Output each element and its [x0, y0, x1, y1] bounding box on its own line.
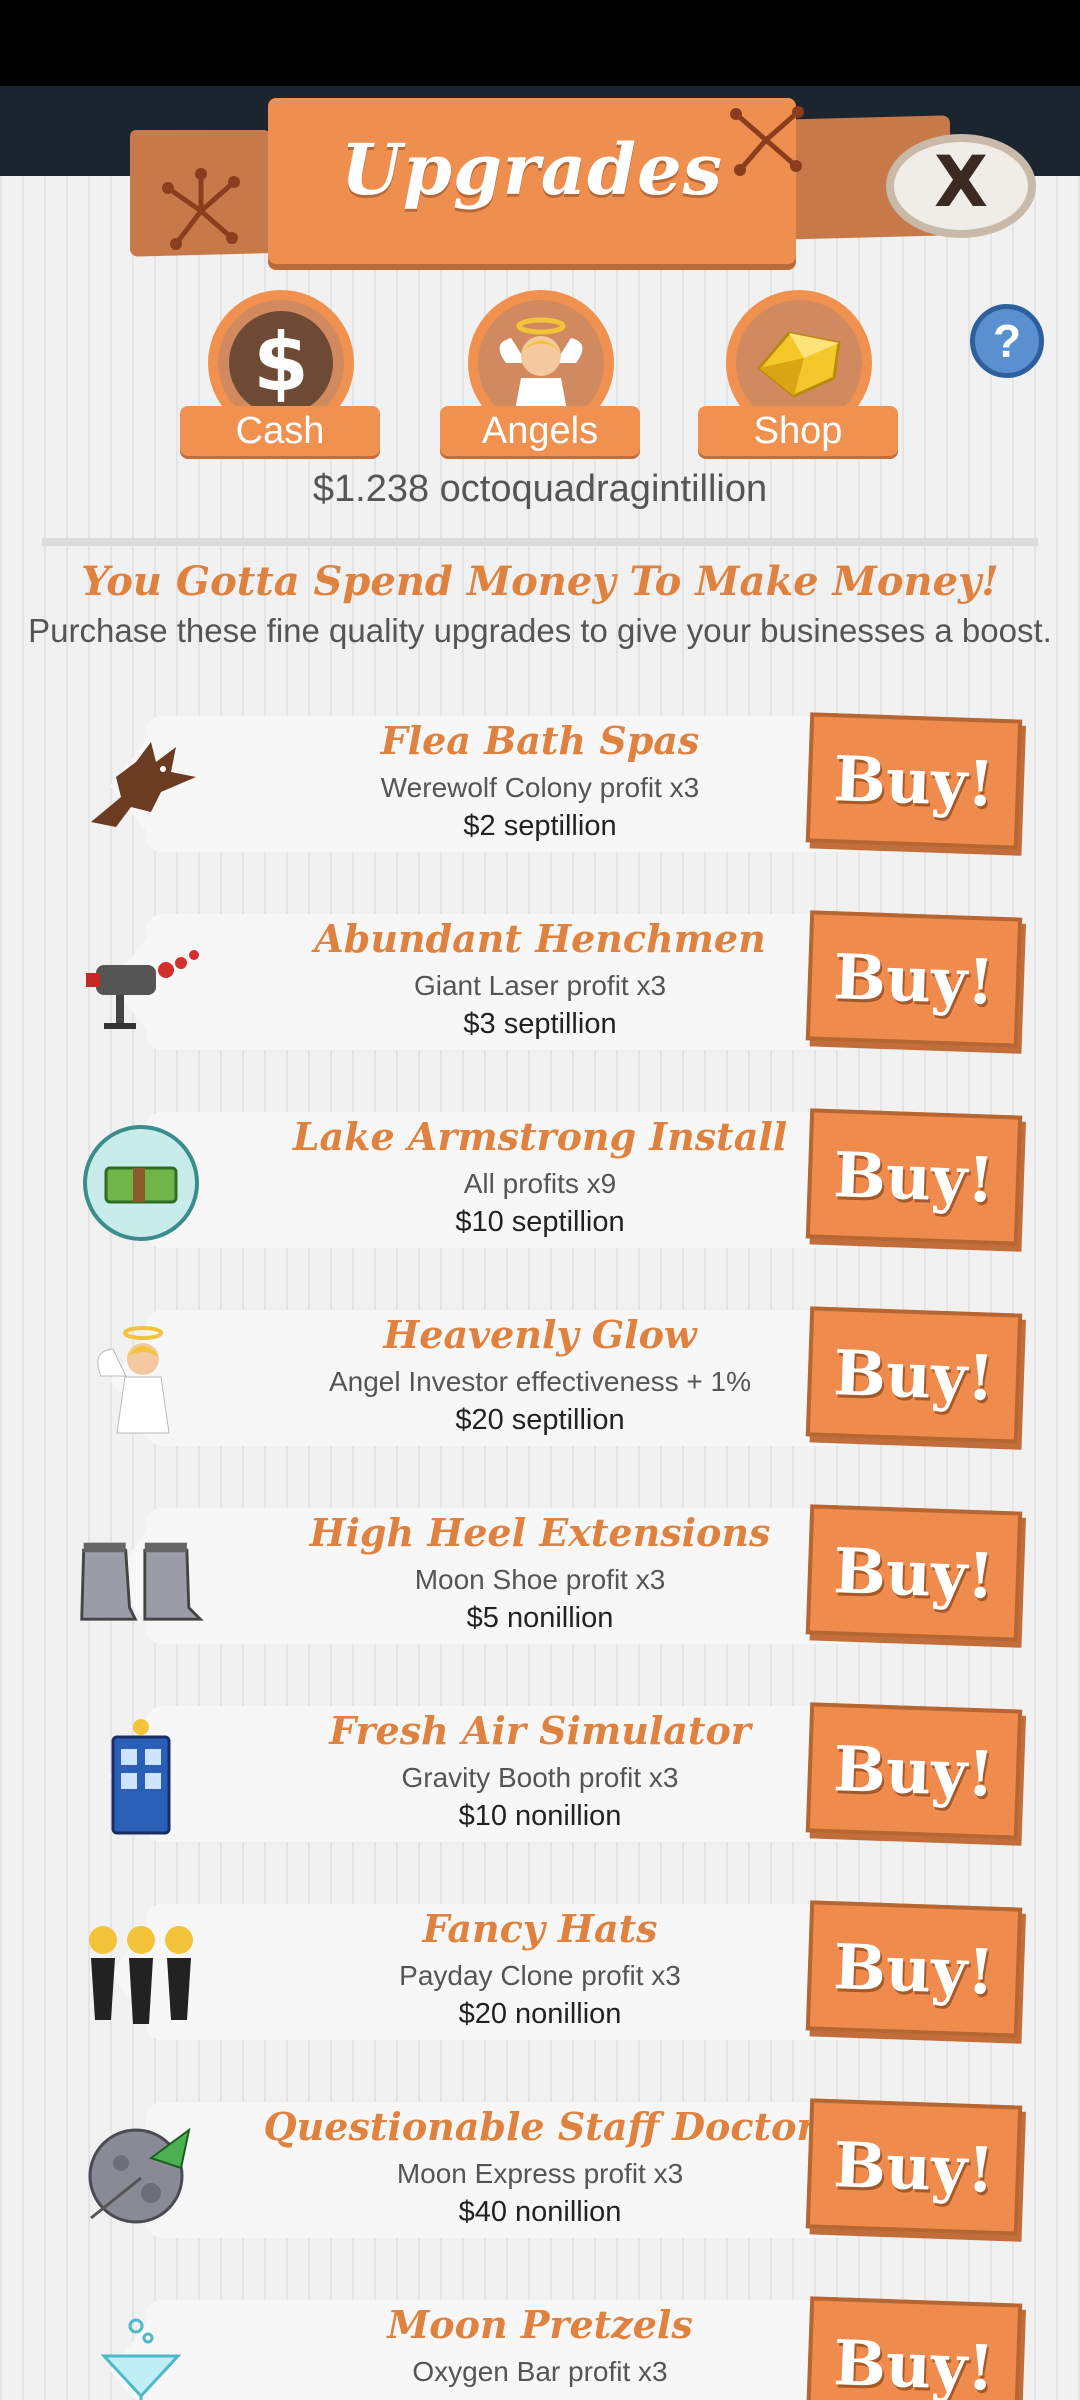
- upgrade-name: Lake Armstrong Install: [292, 1114, 788, 1159]
- question-icon: ?: [992, 315, 1022, 367]
- buy-button[interactable]: Buy!: [805, 2296, 1023, 2400]
- tab-shop[interactable]: Shop: [698, 290, 898, 460]
- upgrade-row: Flea Bath Spas Werewolf Colony profit x3…: [0, 712, 1080, 862]
- upgrade-row: Questionable Staff Doctor Moon Express p…: [0, 2098, 1080, 2248]
- upgrade-cost: $3 septillion: [463, 1008, 617, 1040]
- starburst-icon: [158, 168, 244, 254]
- cash-amount: $1.238 octoquadragintillion: [312, 468, 768, 510]
- upgrade-cost: $5 nonillion: [466, 1602, 614, 1634]
- upgrade-name: High Heel Extensions: [309, 1510, 771, 1555]
- divider: [42, 538, 1038, 546]
- buy-button[interactable]: Buy!: [805, 2098, 1023, 2236]
- page-title: Upgrades: [340, 128, 724, 211]
- upgrade-row: Moon Pretzels Oxygen Bar profit x3 Buy!: [0, 2296, 1080, 2400]
- upgrade-row: Fancy Hats Payday Clone profit x3 $20 no…: [0, 1900, 1080, 2050]
- upgrade-cost: $10 nonillion: [458, 1800, 622, 1832]
- upgrade-desc: Oxygen Bar profit x3: [412, 2356, 668, 2387]
- upgrade-desc: Giant Laser profit x3: [413, 970, 667, 1001]
- close-button[interactable]: X: [886, 134, 1036, 238]
- help-button[interactable]: ?: [970, 304, 1044, 378]
- buy-button[interactable]: Buy!: [805, 712, 1023, 850]
- upgrade-cost: $2 septillion: [463, 810, 617, 842]
- tab-label: Cash: [180, 406, 380, 456]
- upgrade-desc: Moon Shoe profit x3: [414, 1564, 666, 1595]
- upgrade-name: Fresh Air Simulator: [329, 1708, 751, 1753]
- upgrade-cost: $20 nonillion: [458, 1998, 622, 2030]
- tab-angels[interactable]: Angels: [440, 290, 640, 460]
- cocktail-icon: [76, 2306, 206, 2400]
- upgrade-name: Flea Bath Spas: [380, 718, 700, 763]
- upgrade-row: Lake Armstrong Install All profits x9 $1…: [0, 1108, 1080, 1258]
- upgrade-name: Questionable Staff Doctor: [263, 2104, 817, 2149]
- moon-boots-icon: [76, 1514, 206, 1644]
- upgrade-row: High Heel Extensions Moon Shoe profit x3…: [0, 1504, 1080, 1654]
- upgrade-name: Fancy Hats: [422, 1906, 658, 1951]
- upgrade-name: Abundant Henchmen: [314, 916, 766, 961]
- buy-button[interactable]: Buy!: [805, 1900, 1023, 2038]
- upgrade-cost: $40 nonillion: [458, 2196, 622, 2228]
- clones-icon: [76, 1910, 206, 2040]
- tab-label: Angels: [440, 406, 640, 456]
- tab-label: Shop: [698, 406, 898, 456]
- section-heading: You Gotta Spend Money To Make Money!: [81, 558, 999, 605]
- upgrade-row: Fresh Air Simulator Gravity Booth profit…: [0, 1702, 1080, 1852]
- starburst-icon: [726, 100, 806, 180]
- upgrade-desc: All profits x9: [463, 1168, 617, 1199]
- upgrade-desc: Moon Express profit x3: [396, 2158, 684, 2189]
- upgrade-cost: $20 septillion: [455, 1404, 625, 1436]
- laser-icon: [76, 920, 206, 1050]
- upgrade-desc: Gravity Booth profit x3: [401, 1762, 679, 1793]
- moon-rocket-icon: [76, 2108, 206, 2238]
- upgrade-row: Heavenly Glow Angel Investor effectivene…: [0, 1306, 1080, 1456]
- buy-button[interactable]: Buy!: [805, 1702, 1023, 1840]
- buy-button[interactable]: Buy!: [805, 1306, 1023, 1444]
- upgrade-desc: Werewolf Colony profit x3: [380, 772, 700, 803]
- upgrade-cost: $10 septillion: [455, 1206, 625, 1238]
- close-icon: X: [934, 141, 988, 223]
- svg-text:$: $: [253, 316, 309, 409]
- section-subheading: Purchase these fine quality upgrades to …: [28, 612, 1052, 649]
- upgrade-name: Heavenly Glow: [383, 1312, 697, 1357]
- upgrade-name: Moon Pretzels: [387, 2302, 693, 2347]
- tab-cash[interactable]: $ Cash: [180, 290, 380, 460]
- cash-bubble-icon: [76, 1118, 206, 1248]
- upgrade-row: Abundant Henchmen Giant Laser profit x3 …: [0, 910, 1080, 1060]
- buy-button[interactable]: Buy!: [805, 1504, 1023, 1642]
- upgrade-desc: Angel Investor effectiveness + 1%: [328, 1366, 752, 1397]
- gravity-booth-icon: [76, 1712, 206, 1842]
- werewolf-icon: [76, 722, 206, 852]
- status-bar: [0, 0, 1080, 86]
- buy-button[interactable]: Buy!: [805, 1108, 1023, 1246]
- buy-button[interactable]: Buy!: [805, 910, 1023, 1048]
- upgrade-desc: Payday Clone profit x3: [399, 1960, 681, 1991]
- angel-icon: [76, 1316, 206, 1446]
